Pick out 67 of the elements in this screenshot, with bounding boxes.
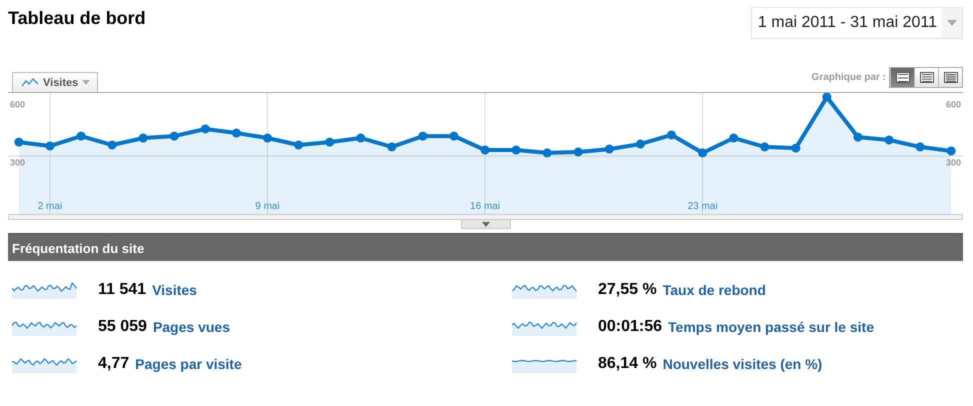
point	[666, 130, 676, 140]
metric-value: 4,77	[98, 355, 130, 373]
axis-label: 2 mai	[38, 201, 62, 212]
axis-label: 23 mai	[688, 201, 718, 212]
point	[636, 140, 645, 149]
point	[604, 144, 614, 154]
point	[480, 146, 490, 155]
point	[76, 132, 86, 141]
metric-link[interactable]: Pages par visite	[135, 356, 242, 372]
point	[449, 132, 458, 141]
point	[946, 146, 956, 156]
point	[542, 148, 552, 158]
metric-value: 27,55 %	[598, 281, 657, 299]
point	[108, 140, 117, 150]
date-range-dropdown[interactable]: 1 mai 2011 - 31 mai 2011	[750, 7, 963, 39]
point	[356, 134, 366, 143]
point	[729, 134, 738, 143]
point	[387, 142, 396, 152]
axis-label: 300	[946, 158, 961, 168]
metric-value: 55 059	[98, 318, 147, 336]
list-icon	[920, 72, 934, 83]
list-icon	[896, 72, 910, 83]
metric-link[interactable]: Visites	[152, 282, 197, 298]
axis-label: 600	[10, 100, 26, 110]
axis-label: 16 mai	[470, 201, 500, 212]
point	[45, 141, 54, 150]
point	[14, 138, 24, 147]
section-header: Fréquentation du site	[8, 233, 963, 261]
metric-value: 86,14 %	[598, 355, 657, 373]
metric-value: 00:01:56	[598, 318, 662, 336]
list-icon	[944, 72, 958, 83]
point	[294, 140, 304, 150]
point	[325, 138, 334, 147]
point	[512, 146, 521, 155]
point	[262, 134, 272, 143]
metric-link[interactable]: Taux de rebond	[662, 282, 766, 298]
view-button[interactable]	[914, 68, 938, 87]
axis-label: 300	[10, 158, 26, 168]
axis-label: 600	[946, 100, 961, 110]
caret-icon	[947, 20, 957, 26]
point	[170, 132, 179, 141]
metric-link[interactable]: Pages vues	[152, 319, 230, 335]
line-chart-icon	[21, 78, 39, 87]
metric-link[interactable]: Temps moyen passé sur le site	[668, 319, 874, 335]
page-title: Tableau de bord	[8, 8, 146, 29]
metric-link[interactable]: Nouvelles visites (en %)	[662, 356, 822, 372]
point	[698, 148, 708, 158]
point	[791, 144, 800, 153]
point	[760, 142, 770, 152]
expand-handle[interactable]	[460, 220, 510, 229]
point	[853, 132, 862, 142]
point	[418, 132, 428, 141]
graph-by-label: Graphique par :	[812, 72, 886, 83]
point	[574, 147, 583, 156]
view-button[interactable]	[890, 68, 914, 87]
point	[138, 134, 148, 143]
axis-label: 9 mai	[255, 201, 280, 212]
metric-value: 11 541	[98, 281, 146, 299]
chart-scrollbar[interactable]	[8, 214, 963, 220]
view-button[interactable]	[938, 68, 962, 87]
point	[232, 128, 241, 138]
caret-icon	[82, 80, 90, 85]
point	[200, 124, 210, 134]
point	[822, 93, 832, 102]
metric-tab[interactable]: Visites	[12, 72, 98, 92]
point	[916, 142, 925, 152]
point	[884, 135, 894, 144]
